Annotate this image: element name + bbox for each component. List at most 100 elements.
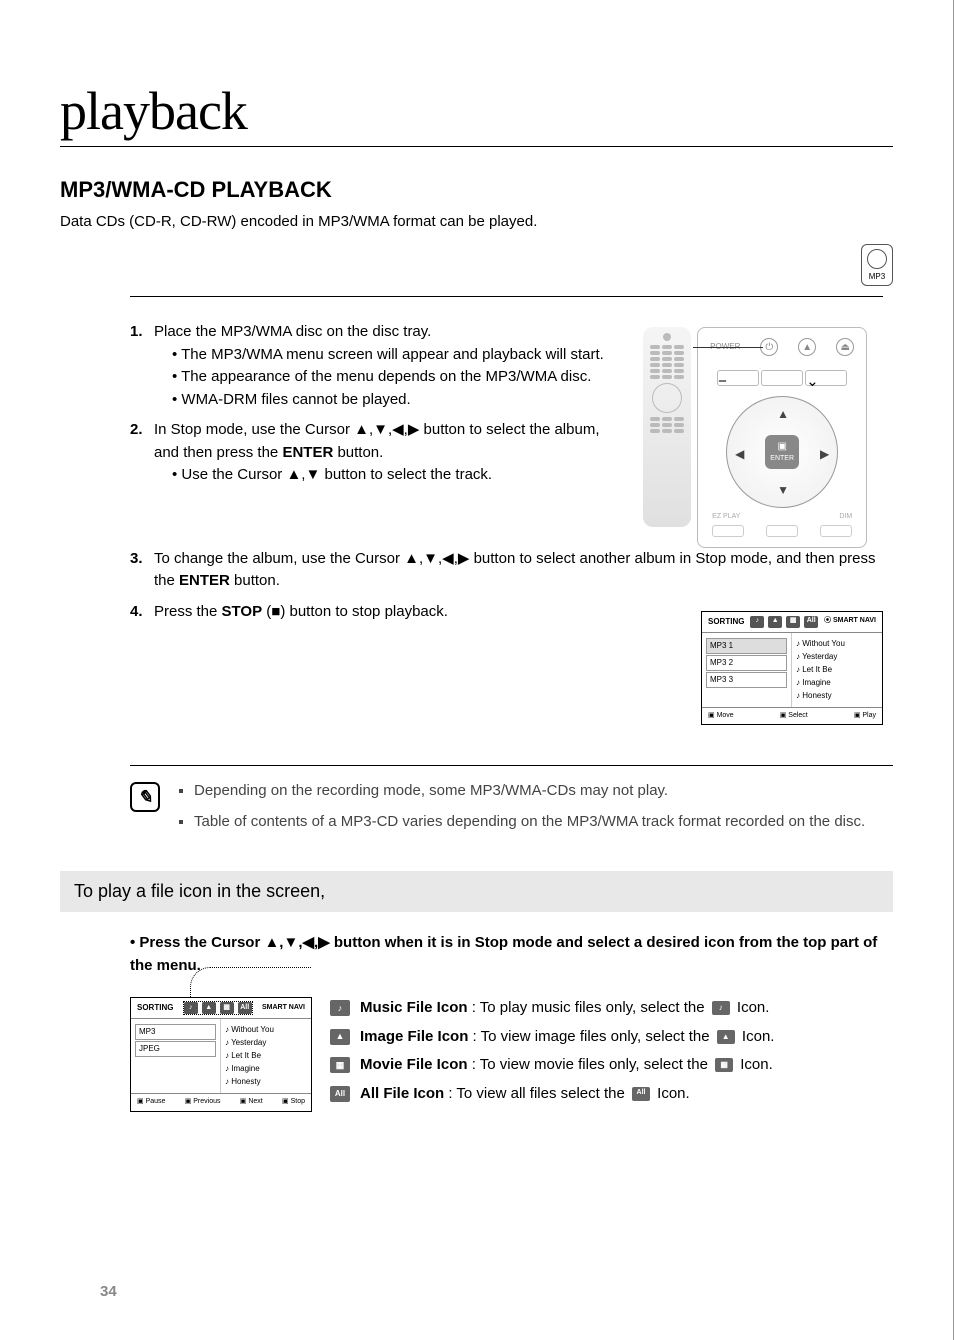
step-1: 1. Place the MP3/WMA disc on the disc tr… — [130, 321, 623, 411]
track-item: Honesty — [796, 690, 878, 702]
folder-item: MP3 2 — [706, 655, 787, 671]
stop-label: STOP — [222, 603, 263, 620]
page-title: playback — [60, 80, 893, 147]
sorting-label: SORTING — [708, 616, 744, 628]
folder-list: MP3 JPEG — [131, 1019, 221, 1093]
icon-desc: Icon. — [738, 1028, 775, 1045]
step-2: 2. In Stop mode, use the Cursor ▲,▼,◀,▶ … — [130, 419, 623, 487]
icon-name: Movie File Icon — [360, 1056, 468, 1073]
note-block: ✎ Depending on the recording mode, some … — [130, 765, 893, 841]
track-item: Yesterday — [796, 651, 878, 663]
callout-line — [190, 967, 311, 998]
icon-desc: : To view image files only, select the — [468, 1028, 713, 1045]
note-item: Table of contents of a MP3-CD varies dep… — [194, 811, 865, 834]
icon-legend: ♪ Music File Icon : To play music files … — [330, 997, 893, 1111]
move-label: Move — [708, 711, 734, 722]
track-item: Imagine — [796, 677, 878, 689]
button-icon: − — [717, 370, 759, 386]
button-icon — [761, 370, 803, 386]
step-sub: • The MP3/WMA menu screen will appear an… — [172, 344, 623, 367]
step-sub: • Use the Cursor ▲,▼ button to select th… — [172, 464, 623, 487]
button-icon: ⌄ — [805, 370, 847, 386]
up-icon: ▲ — [777, 405, 789, 423]
image-file-icon: ▲ — [717, 1030, 735, 1044]
track-item: Without You — [796, 638, 878, 650]
image-icon: ▲ — [768, 616, 782, 628]
enter-label: ENTER — [770, 454, 794, 465]
eject-icon: ▲ — [798, 338, 816, 356]
movie-file-icon: ▦ — [330, 1057, 350, 1073]
step-text: (■) button to stop playback. — [262, 603, 448, 620]
handset-icon — [643, 327, 691, 527]
image-file-icon: ▲ — [330, 1029, 350, 1045]
icon-desc: Icon. — [733, 999, 770, 1016]
play-label: Play — [854, 711, 876, 722]
icon-name: Music File Icon — [360, 999, 468, 1016]
nav-wheel: ▲ ▼ ◀ ▶ ▣ ENTER — [726, 396, 838, 508]
page-number: 34 — [100, 1283, 117, 1300]
smart-label: SMART NAVI — [262, 1003, 305, 1014]
small-button-icon — [820, 525, 852, 537]
step-num: 2. — [130, 419, 154, 487]
sorting-label: SORTING — [137, 1002, 173, 1014]
all-file-icon: All — [632, 1087, 650, 1101]
prev-label: Previous — [185, 1097, 221, 1108]
music-icon: ♪ — [750, 616, 764, 628]
step-sub: • The appearance of the menu depends on … — [172, 366, 623, 389]
step-num: 1. — [130, 321, 154, 411]
track-item: Let It Be — [796, 664, 878, 676]
music-file-icon: ♪ — [330, 1000, 350, 1016]
step-text: Place the MP3/WMA disc on the disc tray. — [154, 323, 431, 340]
note-icon: ✎ — [130, 782, 160, 812]
smart-label: SMART NAVI — [833, 617, 876, 624]
power-icon: ⏻ — [760, 338, 778, 356]
icon-desc: Icon. — [736, 1056, 773, 1073]
intro-text: Data CDs (CD-R, CD-RW) encoded in MP3/WM… — [60, 213, 893, 230]
step-text: Press the — [154, 603, 222, 620]
music-icon: ♪ — [184, 1002, 198, 1014]
osd-preview-2: SORTING ♪ ▲ ▦ All SMART NAVI MP3 JPEG — [130, 997, 312, 1112]
step-num: 4. — [130, 601, 154, 624]
all-file-icon: All — [330, 1086, 350, 1102]
folder-item: MP3 1 — [706, 638, 787, 654]
enter-button: ▣ ENTER — [765, 435, 799, 469]
mp3-badge-label: MP3 — [869, 272, 885, 281]
folder-item: JPEG — [135, 1041, 216, 1057]
section-heading: MP3/WMA-CD PLAYBACK — [60, 177, 893, 203]
left-icon: ◀ — [735, 445, 744, 463]
track-list: Without You Yesterday Let It Be Imagine … — [792, 633, 882, 707]
remote-panel: POWER ⏻ ▲ ⏏ − ⌄ ▲ ▼ ◀ ▶ — [697, 327, 867, 548]
all-icon: All — [238, 1002, 252, 1014]
select-label: Select — [780, 711, 808, 722]
icon-desc: : To view movie files only, select the — [468, 1056, 713, 1073]
track-item: Let It Be — [225, 1050, 307, 1062]
folder-list: MP3 1 MP3 2 MP3 3 — [702, 633, 792, 707]
next-label: Next — [240, 1097, 263, 1108]
track-list: Without You Yesterday Let It Be Imagine … — [221, 1019, 311, 1093]
step-text: button. — [333, 444, 383, 461]
subsection-heading: To play a file icon in the screen, — [60, 871, 893, 912]
step-text: button. — [230, 572, 280, 589]
movie-file-icon: ▦ — [715, 1058, 733, 1072]
folder-item: MP3 — [135, 1024, 216, 1040]
track-item: Without You — [225, 1024, 307, 1036]
track-item: Yesterday — [225, 1037, 307, 1049]
music-file-icon: ♪ — [712, 1001, 730, 1015]
step-4: 4. Press the STOP (■) button to stop pla… — [130, 601, 691, 624]
down-icon: ▼ — [777, 481, 789, 499]
small-button-icon — [712, 525, 744, 537]
enter-label: ENTER — [179, 572, 230, 589]
small-button-icon — [766, 525, 798, 537]
movie-icon: ▦ — [220, 1002, 234, 1014]
osd-preview: SORTING ♪ ▲ ▦ All ⦿ SMART NAVI MP3 1 MP3… — [701, 611, 883, 726]
image-icon: ▲ — [202, 1002, 216, 1014]
pause-label: Pause — [137, 1097, 165, 1108]
folder-item: MP3 3 — [706, 672, 787, 688]
movie-icon: ▦ — [786, 616, 800, 628]
all-icon: All — [804, 616, 818, 628]
step-num: 3. — [130, 548, 154, 593]
icon-name: All File Icon — [360, 1085, 444, 1102]
step-3: 3. To change the album, use the Cursor ▲… — [130, 548, 893, 593]
stop-label: Stop — [282, 1097, 305, 1108]
right-icon: ▶ — [820, 445, 829, 463]
